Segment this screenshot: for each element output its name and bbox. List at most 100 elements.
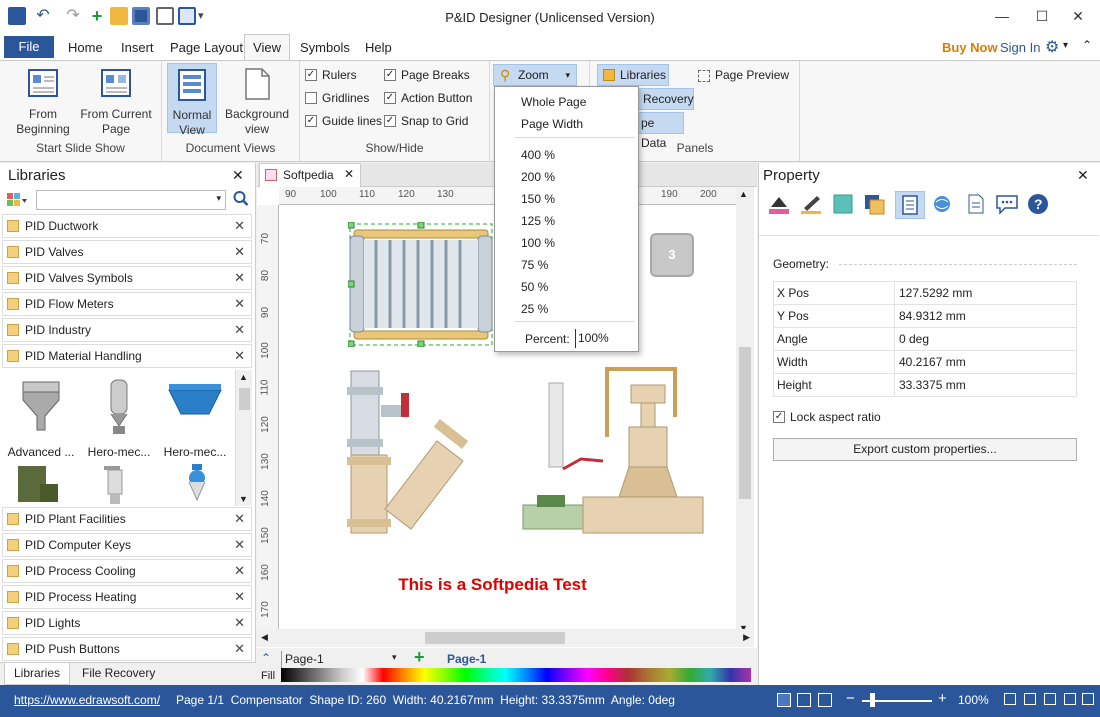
minimize-button[interactable]: — [982,4,1022,28]
scroll-right-icon[interactable]: ▶ [743,632,750,643]
document-tab-softpedia[interactable]: Softpedia ✕ [259,163,361,187]
zoom-25[interactable]: 25 % [521,302,548,316]
shape-data-panel-button[interactable]: pe Data [638,112,684,150]
maximize-button[interactable]: ☐ [1022,4,1062,28]
libraries-panel-button[interactable]: Libraries [597,64,669,86]
tab-home[interactable]: Home [68,40,103,55]
tab-help[interactable]: Help [365,40,392,55]
library-categories-icon[interactable] [6,191,28,209]
library-search-input[interactable]: ▾ [36,190,226,210]
tab-insert[interactable]: Insert [121,40,154,55]
lock-aspect-ratio-checkbox[interactable]: ✓ Lock aspect ratio [773,408,881,426]
property-value[interactable]: 0 deg [894,328,929,351]
remove-library-icon[interactable]: ✕ [234,560,245,582]
scroll-down-icon[interactable]: ▼ [239,494,248,504]
horizontal-scroll-thumb[interactable] [425,632,565,644]
shape-boot-feeder[interactable] [10,462,66,506]
scroll-left-icon[interactable]: ◀ [261,632,268,643]
shape-hero-mec-2[interactable]: Hero-mec... [158,376,232,459]
normal-view-status-icon[interactable] [777,693,791,707]
fit-page-icon[interactable] [1004,693,1016,705]
panel-toggle-icon[interactable] [1082,693,1094,705]
wye-strainer-shape[interactable] [345,369,475,535]
control-valve-shape[interactable] [519,365,709,540]
remove-library-icon[interactable]: ✕ [234,345,245,367]
property-value[interactable]: 40.2167 mm [894,351,966,374]
zoom-whole-page[interactable]: Whole Page [521,95,586,109]
library-item-pid-industry[interactable]: PID Industry ✕ [2,318,252,342]
zoom-50[interactable]: 50 % [521,280,548,294]
scroll-thumb[interactable] [239,388,250,410]
sign-in-link[interactable]: Sign In [1000,40,1040,55]
vertical-scroll-thumb[interactable] [739,347,751,499]
fit-width-icon[interactable] [1024,693,1036,705]
normal-view-button[interactable]: Normal View [167,63,217,137]
hyperlink-icon[interactable] [931,193,957,217]
property-value[interactable]: 127.5292 mm [894,282,972,305]
remove-library-icon[interactable]: ✕ [234,586,245,608]
library-item-pid-flow-meters[interactable]: PID Flow Meters ✕ [2,292,252,316]
collapse-color-bar-icon[interactable]: ⌃ [261,651,271,665]
file-recovery-panel-button[interactable]: Recovery [638,88,694,110]
remove-library-icon[interactable]: ✕ [234,508,245,530]
from-current-page-button[interactable]: From Current Page [78,67,154,137]
settings-dropdown-icon[interactable]: ▾ [1063,40,1068,51]
page-view-status-icon[interactable] [797,693,811,707]
page-tab-page-1[interactable]: Page-1 [447,652,486,666]
line-style-icon[interactable] [799,193,825,217]
fullscreen-status-icon[interactable] [818,693,832,707]
zoom-out-icon[interactable]: − [846,690,855,707]
zoom-in-icon[interactable]: + [938,690,947,707]
close-libraries-icon[interactable]: ✕ [232,167,244,184]
zoom-200[interactable]: 200 % [521,170,555,184]
canvas-horizontal-scrollbar[interactable]: ◀ ▶ [257,629,754,647]
remove-library-icon[interactable]: ✕ [234,638,245,660]
remove-library-icon[interactable]: ✕ [234,293,245,315]
tab-libraries[interactable]: Libraries [4,663,70,685]
zoom-125[interactable]: 125 % [521,214,555,228]
zoom-percent-input[interactable]: 100% [575,329,633,348]
file-menu[interactable]: File [4,36,54,58]
page-select-dropdown[interactable]: Page-1 ▾ [281,651,401,668]
comment-icon[interactable] [995,193,1021,217]
property-value[interactable]: 84.9312 mm [894,305,966,328]
layer-icon[interactable] [863,193,889,217]
export-custom-properties-button[interactable]: Export custom properties... [773,438,1077,461]
property-value[interactable]: 33.3375 mm [894,374,966,397]
zoom-400[interactable]: 400 % [521,148,555,162]
close-document-icon[interactable]: ✕ [344,167,354,181]
zoom-100[interactable]: 100 % [521,236,555,250]
tab-file-recovery[interactable]: File Recovery [82,666,155,680]
zoom-150[interactable]: 150 % [521,192,555,206]
computer-key-shape[interactable]: 3 [650,233,694,277]
compensator-shape[interactable] [347,221,494,348]
buy-now-link[interactable]: Buy Now [942,40,998,55]
rulers-checkbox[interactable]: ✓ Rulers [305,66,357,84]
background-view-button[interactable]: Background view [220,67,294,137]
shape-cyclone[interactable] [178,462,218,506]
presentation-icon[interactable] [1064,693,1076,705]
action-button-checkbox[interactable]: ✓ Action Button [384,89,472,107]
attachment-icon[interactable] [963,193,989,217]
close-property-icon[interactable]: ✕ [1077,167,1089,184]
remove-library-icon[interactable]: ✕ [234,215,245,237]
help-icon[interactable]: ? [1027,193,1053,217]
tab-view[interactable]: View [244,34,290,61]
scroll-up-icon[interactable]: ▲ [739,189,748,199]
page-breaks-checkbox[interactable]: ✓ Page Breaks [384,66,470,84]
page-preview-button[interactable]: Page Preview [698,67,789,83]
shape-advanced-hopper[interactable]: Advanced ... [6,376,76,459]
snap-to-grid-checkbox[interactable]: ✓ Snap to Grid [384,112,468,130]
library-item-pid-lights[interactable]: PID Lights ✕ [2,611,252,635]
remove-library-icon[interactable]: ✕ [234,241,245,263]
geometry-properties-icon[interactable] [895,191,925,219]
search-icon[interactable] [233,190,249,212]
add-page-icon[interactable]: + [414,647,425,668]
zoom-75[interactable]: 75 % [521,258,548,272]
shape-hero-mec-1[interactable]: Hero-mec... [82,376,156,459]
library-item-pid-material-handling[interactable]: PID Material Handling ✕ [2,344,252,368]
remove-library-icon[interactable]: ✕ [234,267,245,289]
from-beginning-button[interactable]: From Beginning [10,67,76,137]
tab-symbols[interactable]: Symbols [300,40,350,55]
library-item-pid-valves[interactable]: PID Valves ✕ [2,240,252,264]
